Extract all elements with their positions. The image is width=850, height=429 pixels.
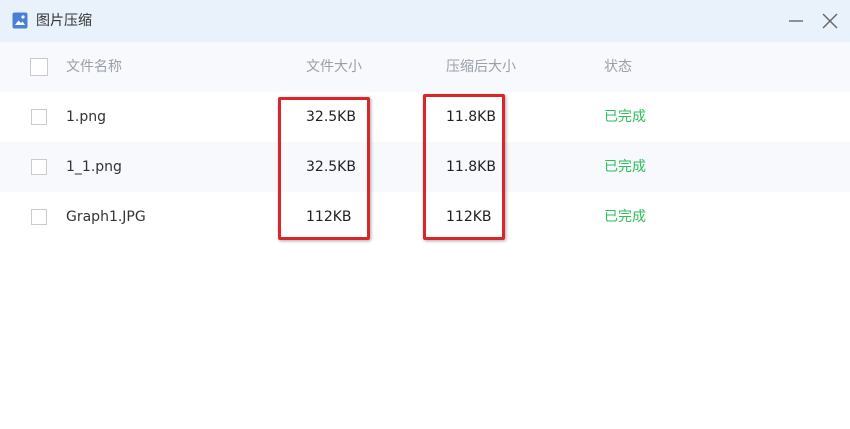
size-column-highlight bbox=[278, 97, 370, 240]
image-compress-window: 图片压缩 文件名称 文件大小 压缩后大小 状态 1.png 32.5KB 11.… bbox=[0, 0, 850, 429]
compressed-size-column-highlight bbox=[423, 94, 505, 240]
header-status: 状态 bbox=[604, 59, 632, 75]
header-file-size: 文件大小 bbox=[306, 59, 362, 75]
header-compressed-size: 压缩后大小 bbox=[446, 59, 516, 75]
minimize-icon bbox=[789, 20, 803, 22]
select-all-checkbox[interactable] bbox=[30, 58, 48, 76]
file-name: 1_1.png bbox=[66, 159, 122, 175]
close-icon bbox=[822, 13, 838, 29]
row-checkbox[interactable] bbox=[31, 209, 47, 225]
header-file-name: 文件名称 bbox=[66, 59, 122, 75]
minimize-button[interactable] bbox=[786, 11, 806, 31]
file-name: 1.png bbox=[66, 109, 107, 125]
window-title: 图片压缩 bbox=[36, 13, 92, 29]
table-header: 文件名称 文件大小 压缩后大小 状态 bbox=[0, 42, 850, 92]
image-app-icon bbox=[12, 12, 28, 29]
status-text: 已完成 bbox=[604, 109, 646, 125]
close-button[interactable] bbox=[820, 11, 840, 31]
status-text: 已完成 bbox=[604, 209, 646, 225]
row-checkbox[interactable] bbox=[31, 159, 47, 175]
file-name: Graph1.JPG bbox=[66, 209, 146, 225]
title-bar: 图片压缩 bbox=[0, 0, 850, 42]
row-checkbox[interactable] bbox=[31, 109, 47, 125]
status-text: 已完成 bbox=[604, 159, 646, 175]
